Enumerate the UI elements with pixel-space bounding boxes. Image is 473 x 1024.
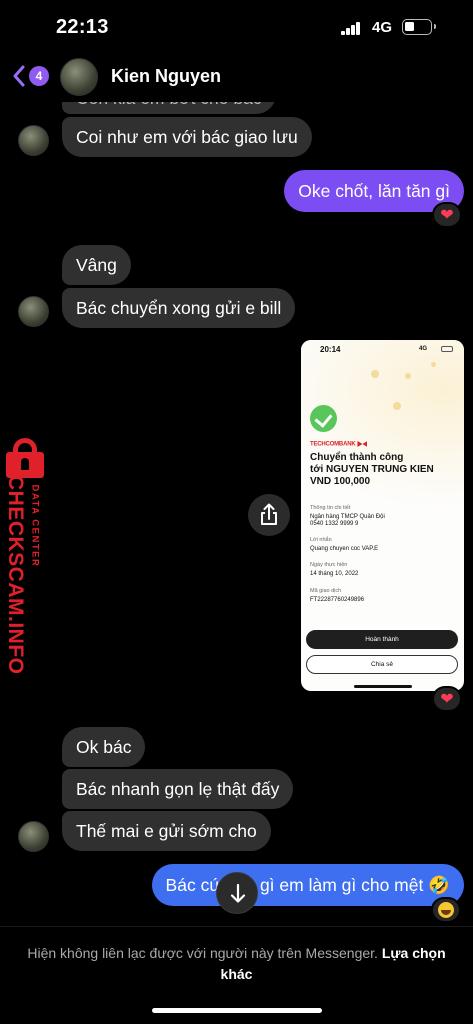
contact-avatar-small (18, 296, 49, 327)
message-incoming[interactable]: Thế mai e gửi sớm cho (62, 811, 271, 851)
signal-icon (341, 22, 361, 35)
receipt-status-time: 20:14 (320, 345, 341, 354)
watermark-site: CHECKSCAM.INFO (4, 475, 27, 675)
laughing-reaction-icon[interactable] (431, 897, 461, 923)
receipt-image[interactable]: 20:14 4G TECHCOMBANK Chuyển thành công t… (301, 340, 464, 691)
contact-avatar-small (18, 125, 49, 156)
lock-watermark-icon (4, 438, 48, 478)
receipt-network: 4G (419, 346, 428, 352)
receipt-title-line: Chuyển thành công (310, 452, 404, 463)
contact-avatar[interactable] (60, 58, 98, 96)
receipt-amount: VND 100,000 (310, 476, 371, 487)
heart-reaction-icon[interactable]: ❤ (432, 686, 462, 712)
bank-name: TECHCOMBANK (310, 441, 356, 448)
notice-text: Hiện không liên lạc được với người này t… (27, 945, 378, 961)
unread-badge[interactable]: 4 (29, 66, 49, 86)
bank-logo: TECHCOMBANK (310, 441, 368, 448)
date-label: Ngày thực hiện (310, 562, 348, 568)
success-check-icon (310, 405, 337, 432)
arrow-down-icon[interactable] (216, 872, 258, 914)
network-label: 4G (372, 19, 393, 36)
message-incoming[interactable]: Vâng (62, 245, 131, 285)
done-button: Hoàn thành (306, 630, 458, 649)
status-time: 22:13 (56, 16, 109, 38)
message-incoming[interactable]: Bác nhanh gọn lẹ thật đấy (62, 769, 294, 809)
share-icon[interactable] (248, 494, 290, 536)
battery-icon (441, 346, 453, 352)
receipt-recipient: tới NGUYEN TRUNG KIEN (310, 464, 434, 475)
contact-name[interactable]: Kien Nguyen (111, 66, 221, 87)
note-label: Lời nhắn (310, 537, 332, 543)
back-chevron-icon[interactable] (12, 64, 26, 91)
watermark-sub: DATA CENTER (29, 484, 41, 568)
details-account: 0540 1332 9999 9 (310, 521, 359, 527)
txn-value: FT22287760249896 (310, 597, 365, 603)
battery-icon (402, 19, 436, 35)
contact-avatar-small (18, 821, 49, 852)
home-indicator[interactable] (152, 1008, 322, 1013)
receipt-title: Chuyển thành công tới NGUYEN TRUNG KIEN … (310, 452, 460, 488)
status-bar: 22:13 4G (0, 0, 473, 52)
date-value: 14 tháng 10, 2022 (310, 571, 359, 577)
message-outgoing[interactable]: Bác cứ bảo gì em làm gì cho mệt 🤣 (151, 864, 464, 906)
chat-header: 4 Kien Nguyen (0, 52, 473, 102)
share-receipt-button: Chia sẻ (306, 655, 458, 674)
details-label: Thông tin chi tiết (310, 505, 351, 511)
note-value: Quang chuyen coc VAP.E (310, 546, 379, 552)
message-incoming[interactable]: Bác chuyển xong gửi e bill (62, 288, 296, 328)
message-incoming[interactable]: Ok bác (62, 727, 146, 767)
heart-reaction-icon[interactable]: ❤ (432, 202, 462, 228)
message-incoming[interactable]: Coi như em với bác giao lưu (62, 117, 312, 157)
txn-label: Mã giao dịch (310, 588, 342, 594)
